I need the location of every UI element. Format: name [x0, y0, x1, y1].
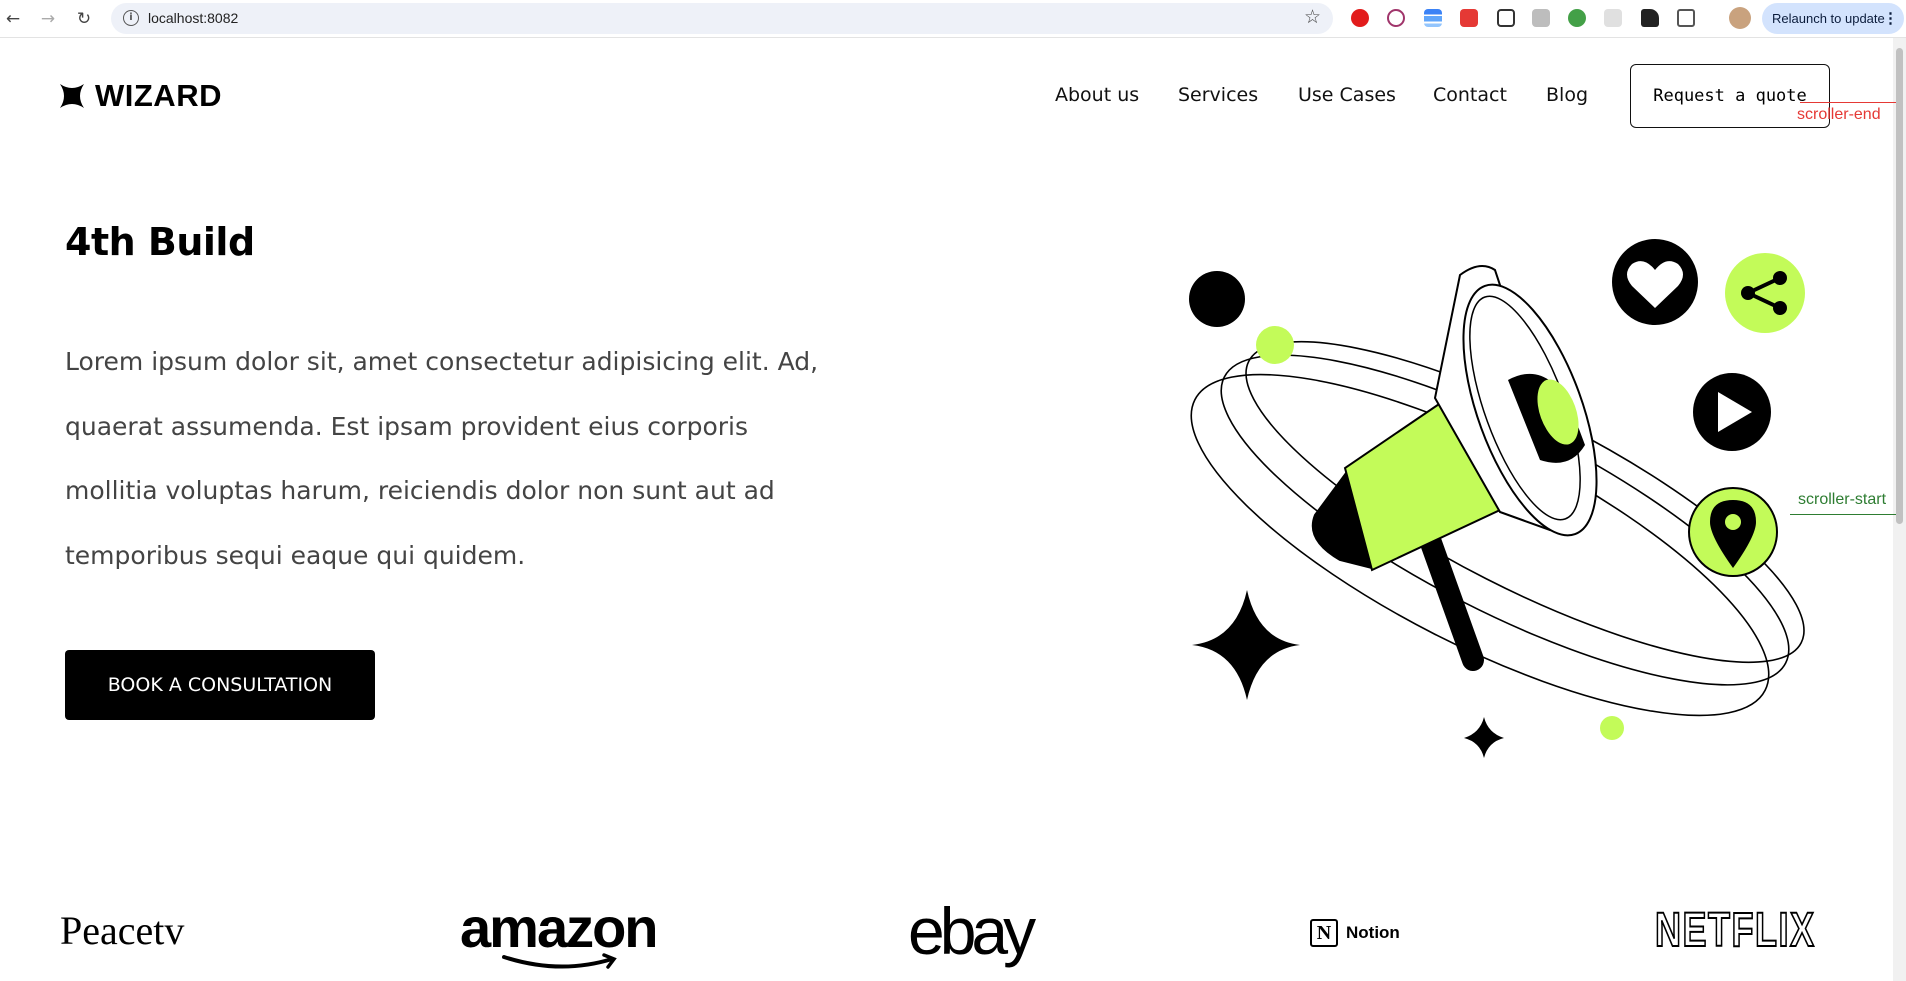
ebay-logo: ebay [908, 893, 1036, 969]
page-scrollbar[interactable] [1893, 38, 1906, 981]
netflix-logo: NETFLIX [1654, 903, 1816, 958]
notion-logo: N Notion [1310, 919, 1400, 947]
play-icon [1693, 373, 1771, 451]
pdf-extension-icon[interactable] [1460, 9, 1478, 27]
address-url[interactable]: localhost:8082 [148, 10, 238, 26]
heart-icon [1612, 239, 1698, 325]
site-logo[interactable]: WIZARD [59, 78, 222, 114]
scroller-end-label: scroller-end [1797, 106, 1881, 123]
small-green-dot [1600, 716, 1624, 740]
amazon-logo: amazon [460, 895, 658, 969]
nav-contact[interactable]: Contact [1433, 84, 1507, 106]
relaunch-button[interactable]: Relaunch to update ⋮ [1762, 3, 1904, 34]
nav-about-us[interactable]: About us [1055, 84, 1139, 106]
back-arrow-icon[interactable]: ← [0, 6, 26, 32]
picture-in-picture-icon[interactable] [1497, 9, 1515, 27]
share-icon [1725, 253, 1805, 333]
logo-text: WIZARD [95, 78, 222, 113]
amazon-logo-text: amazon [460, 896, 658, 959]
amazon-smile-icon [502, 953, 617, 969]
hero-description: Lorem ipsum dolor sit, amet consectetur … [65, 347, 819, 570]
opera-extension-icon[interactable] [1351, 9, 1369, 27]
small-sparkle-star [1464, 717, 1504, 758]
notion-n-icon: N [1310, 919, 1338, 947]
netflix-logo-text: NETFLIX [1654, 903, 1816, 958]
brand-logos-row: Peacetv amazon ebay N Notion NETFLIX [0, 893, 1893, 981]
hero-title: 4th Build [65, 220, 255, 264]
nav-blog[interactable]: Blog [1546, 84, 1588, 106]
more-menu-icon[interactable]: ⋮ [1883, 3, 1898, 34]
peacetv-logo-text: Peacetv [60, 908, 185, 953]
location-pin-icon [1688, 487, 1778, 577]
notion-logo-text: Notion [1346, 923, 1400, 942]
android-extension-icon[interactable] [1568, 9, 1586, 27]
dropper-extension-icon[interactable] [1641, 9, 1659, 27]
green-dot [1256, 326, 1294, 364]
black-dot [1189, 271, 1245, 327]
book-consultation-button[interactable]: BOOK A CONSULTATION [65, 650, 375, 720]
forward-arrow-icon[interactable]: → [35, 6, 61, 32]
relaunch-label: Relaunch to update [1772, 11, 1885, 26]
peacetv-logo: Peacetv [60, 907, 184, 954]
stack-extension-icon[interactable] [1424, 9, 1442, 27]
ebay-logo-text: ebay [908, 894, 1036, 968]
large-sparkle-star [1192, 590, 1300, 700]
puzzle-extensions-icon[interactable] [1677, 9, 1695, 27]
site-info-icon[interactable]: i [123, 10, 139, 26]
nav-use-cases[interactable]: Use Cases [1298, 84, 1396, 106]
scrollbar-thumb[interactable] [1896, 48, 1903, 524]
nav-services[interactable]: Services [1178, 84, 1258, 106]
blank-extension-icon[interactable] [1604, 9, 1622, 27]
sparkle-logo-icon [60, 84, 84, 108]
profile-avatar-icon[interactable] [1729, 7, 1751, 29]
megaphone-illustration [1189, 239, 1805, 758]
scroller-end-line [1800, 102, 1896, 103]
reload-icon[interactable]: ↻ [71, 6, 97, 32]
browser-toolbar: ← → ↻ i localhost:8082 ☆ Relaunch to upd… [0, 0, 1906, 38]
address-bar[interactable]: i localhost:8082 ☆ [111, 3, 1333, 34]
block-extension-icon[interactable] [1387, 9, 1405, 27]
camera-icon[interactable] [1532, 9, 1550, 27]
bookmark-star-icon[interactable]: ☆ [1304, 6, 1321, 28]
